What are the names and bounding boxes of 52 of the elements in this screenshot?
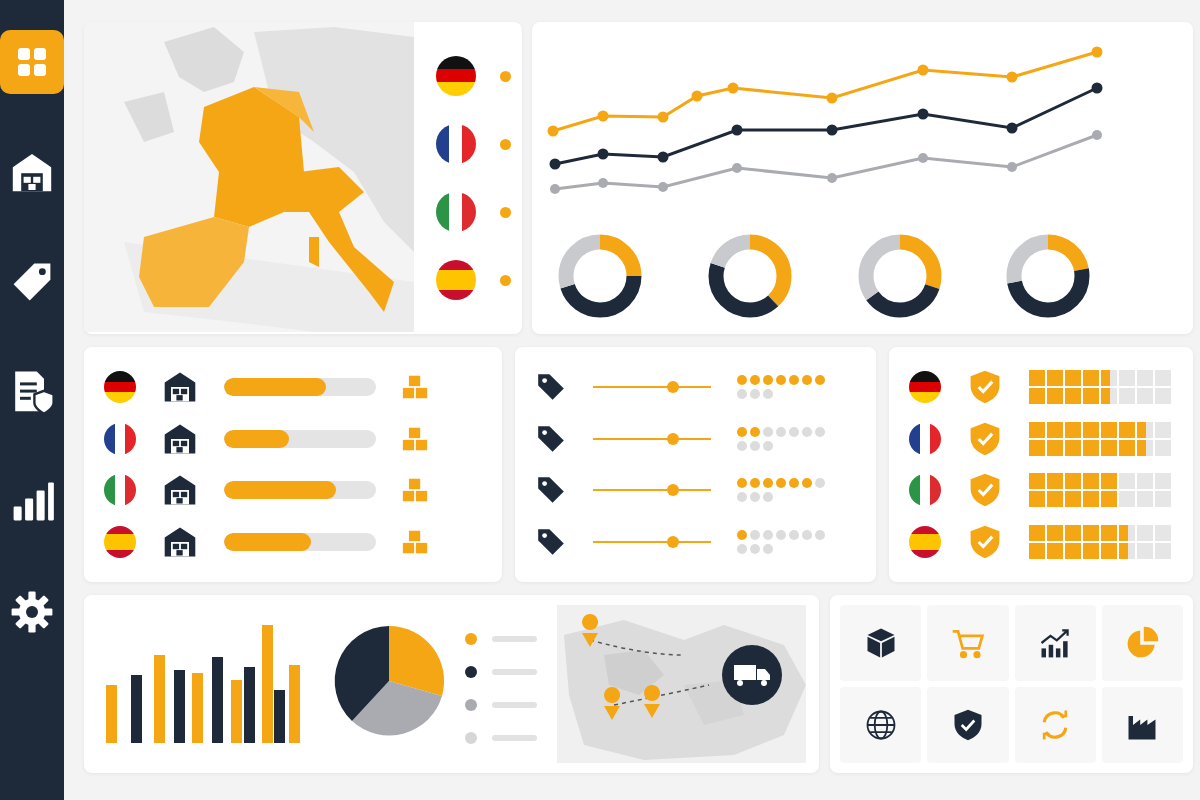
flag-icon xyxy=(436,260,476,300)
chart-point xyxy=(727,82,739,94)
chart-point xyxy=(1091,46,1103,58)
flag-icon xyxy=(436,56,476,96)
flag-icon xyxy=(909,526,941,559)
price-slider[interactable] xyxy=(593,431,711,446)
shield-tile[interactable] xyxy=(927,687,1009,763)
chart-point xyxy=(731,124,743,136)
pie-tile[interactable] xyxy=(1101,605,1183,681)
chart-bar xyxy=(231,680,242,743)
globe-tile[interactable] xyxy=(840,687,922,763)
chart-bar xyxy=(106,685,117,743)
box-tile[interactable] xyxy=(840,605,922,681)
chart-point xyxy=(549,158,561,170)
chart-bar xyxy=(192,673,203,743)
chart-point xyxy=(1091,82,1103,94)
price-slider[interactable] xyxy=(593,379,711,394)
boxes-icon xyxy=(402,477,428,504)
chart-point xyxy=(1092,130,1102,140)
chart-point xyxy=(826,92,838,104)
chart-point xyxy=(550,184,560,194)
boxes-icon xyxy=(402,529,428,556)
chart-point xyxy=(1007,162,1017,172)
chart-point xyxy=(658,182,668,192)
refresh-tile[interactable] xyxy=(1014,687,1096,763)
boxes-icon xyxy=(402,373,428,400)
chart-point xyxy=(547,125,559,137)
price-slider[interactable] xyxy=(593,483,711,498)
dashboard-nav-button[interactable] xyxy=(0,30,64,94)
chart-point xyxy=(1006,122,1018,134)
chart-point xyxy=(1006,71,1018,83)
price-slider[interactable] xyxy=(593,535,711,550)
chart-point xyxy=(918,153,928,163)
chart-point xyxy=(917,108,929,120)
boxes-icon xyxy=(402,425,428,452)
flag-icon xyxy=(104,526,136,559)
chart-point xyxy=(827,173,837,183)
chart-point xyxy=(597,110,609,122)
chart-point xyxy=(598,178,608,188)
trend-tile[interactable] xyxy=(1014,605,1096,681)
chart-point xyxy=(732,163,742,173)
factory-tile[interactable] xyxy=(1101,687,1183,763)
flag-icon xyxy=(104,370,136,403)
chart-point xyxy=(826,124,838,136)
chart-bar xyxy=(131,675,142,743)
chart-point xyxy=(657,111,669,123)
chart-point xyxy=(691,90,703,102)
chart-point xyxy=(917,64,929,76)
flag-icon xyxy=(909,370,941,403)
cart-tile[interactable] xyxy=(927,605,1009,681)
chart-point xyxy=(657,151,669,163)
chart-point xyxy=(597,148,609,160)
